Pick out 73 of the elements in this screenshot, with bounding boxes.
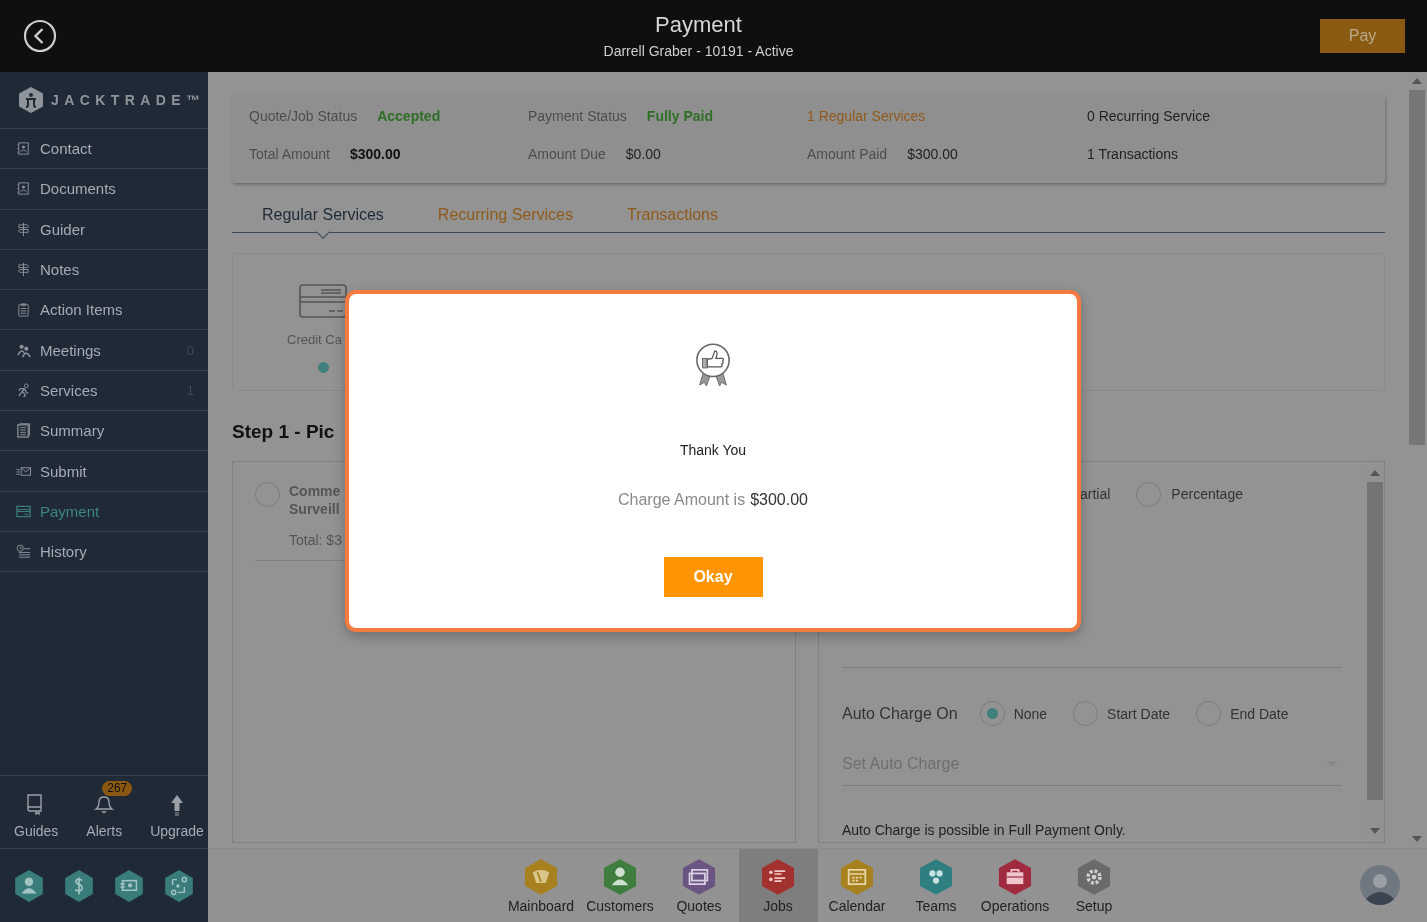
tool-button[interactable]: 267 Alerts — [72, 779, 137, 839]
arrow-up-icon[interactable] — [1370, 470, 1380, 476]
card-icon — [16, 503, 31, 519]
sidebar-item[interactable]: History — [0, 531, 208, 573]
tool-button[interactable]: Upgrade — [136, 779, 218, 839]
field-label: Payment Status — [528, 108, 627, 124]
field-value: $300.00 — [349, 146, 401, 162]
nav-item[interactable]: Quotes — [659, 849, 739, 922]
sidebar-item[interactable]: Action Items — [0, 290, 208, 331]
sidebar-item[interactable]: Contact — [0, 129, 208, 170]
sidebar-item[interactable]: Notes — [0, 249, 208, 291]
auto-charge-note: Auto Charge is possible in Full Payment Only. — [842, 822, 1127, 838]
person-hex-icon[interactable] — [12, 868, 46, 903]
option-label: Percentage — [1171, 486, 1243, 502]
field-value: $0.00 — [625, 146, 661, 162]
workflow-hex-icon[interactable] — [162, 868, 196, 903]
field-value: $300.00 — [907, 146, 958, 162]
clipboard-icon — [16, 302, 31, 318]
nav-item[interactable]: Operations — [975, 849, 1055, 922]
signpost-icon — [16, 221, 31, 237]
clock-list-icon — [16, 544, 31, 560]
signpost-icon — [16, 262, 31, 278]
page-title: Payment — [655, 11, 742, 39]
tool-button[interactable]: Guides — [0, 779, 73, 839]
field-value: Fully Paid — [646, 108, 713, 124]
sidebar-item[interactable]: Payment — [0, 491, 208, 532]
sidebar-item[interactable]: Summary — [0, 411, 208, 452]
summary-text: 1 Transactions — [1087, 146, 1179, 162]
dialog-title: Thank You — [679, 442, 747, 458]
nav-item[interactable]: Calendar — [817, 849, 897, 922]
service-name: Comme Surveill — [289, 482, 342, 518]
dollar-hex-icon[interactable] — [62, 868, 96, 903]
charge-label: Charge Amount is — [618, 491, 746, 509]
sidebar-item[interactable]: Documents — [0, 169, 208, 210]
field-label: Quote/Job Status — [249, 108, 358, 124]
arrow-up-icon[interactable] — [1412, 78, 1422, 84]
summary-text: 0 Recurring Service — [1087, 108, 1210, 124]
people-icon — [16, 342, 31, 358]
nav-item[interactable]: Mainboard — [501, 849, 581, 922]
nav-item[interactable]: Customers — [580, 849, 660, 922]
logo-text: JACKTRADE™ — [51, 92, 206, 108]
charge-amount: $300.00 — [750, 491, 808, 509]
alert-count-badge: 267 — [102, 781, 133, 796]
option-label: Start Date — [1107, 705, 1171, 722]
page-subtitle: Darrell Graber - 10191 - Active — [603, 42, 794, 61]
nav-item[interactable]: Setup — [1054, 849, 1134, 922]
back-icon[interactable] — [23, 19, 57, 53]
step-heading: Step 1 - Pic — [232, 421, 336, 443]
nav-item[interactable]: Teams — [896, 849, 976, 922]
sidebar-item[interactable]: Submit — [0, 451, 208, 492]
option-label: artial — [1080, 486, 1111, 502]
sidebar-item[interactable]: Guider — [0, 209, 208, 250]
field-label: Amount Paid — [807, 146, 888, 162]
address-book-icon — [16, 141, 31, 157]
option-label: None — [1013, 705, 1048, 722]
auto-charge-label: Auto Charge On — [842, 704, 958, 723]
address-book-icon — [16, 181, 31, 197]
tab[interactable]: Regular Services — [262, 200, 384, 241]
field-label: Amount Due — [528, 146, 606, 162]
document-icon — [16, 423, 31, 439]
arrow-down-icon[interactable] — [1370, 828, 1380, 834]
nav-item[interactable]: Jobs — [738, 849, 818, 922]
service-total: Total: $3 — [289, 532, 342, 548]
thumbs-up-badge-icon — [694, 343, 732, 389]
avatar-icon[interactable] — [1360, 865, 1400, 905]
arrow-down-icon[interactable] — [1412, 836, 1422, 842]
credit-card-icon[interactable] — [299, 284, 347, 318]
money-hex-icon[interactable] — [112, 868, 146, 903]
logo-icon — [18, 86, 44, 114]
field-label: Total Amount — [249, 146, 330, 162]
field-value: Accepted — [377, 108, 441, 124]
running-person-icon — [16, 382, 31, 398]
option-label: End Date — [1230, 705, 1289, 722]
